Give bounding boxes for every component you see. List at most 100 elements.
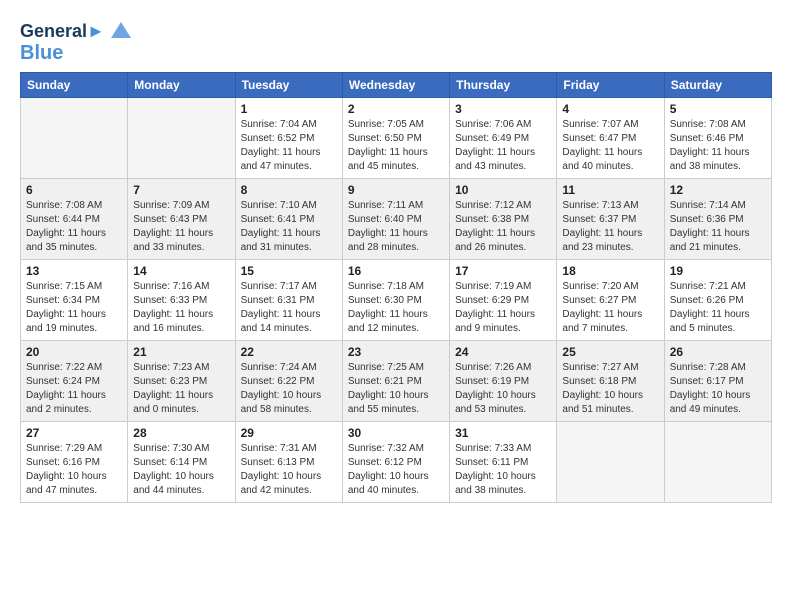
day-info: Sunrise: 7:15 AM Sunset: 6:34 PM Dayligh… xyxy=(26,280,122,336)
weekday-header-friday: Friday xyxy=(557,73,664,98)
day-info: Sunrise: 7:24 AM Sunset: 6:22 PM Dayligh… xyxy=(241,361,337,417)
day-number: 2 xyxy=(348,102,444,116)
day-number: 29 xyxy=(241,426,337,440)
calendar-cell: 15Sunrise: 7:17 AM Sunset: 6:31 PM Dayli… xyxy=(235,260,342,341)
day-info: Sunrise: 7:29 AM Sunset: 6:16 PM Dayligh… xyxy=(26,442,122,498)
day-info: Sunrise: 7:04 AM Sunset: 6:52 PM Dayligh… xyxy=(241,118,337,174)
calendar-page: General► Blue SundayMondayTuesdayWednesd… xyxy=(0,0,792,612)
day-info: Sunrise: 7:27 AM Sunset: 6:18 PM Dayligh… xyxy=(562,361,658,417)
calendar-cell: 29Sunrise: 7:31 AM Sunset: 6:13 PM Dayli… xyxy=(235,422,342,503)
logo-icon xyxy=(107,18,135,46)
day-info: Sunrise: 7:06 AM Sunset: 6:49 PM Dayligh… xyxy=(455,118,551,174)
calendar-cell: 2 Sunrise: 7:05 AM Sunset: 6:50 PM Daylig… xyxy=(342,98,449,179)
day-info: Sunrise: 7:07 AM Sunset: 6:47 PM Dayligh… xyxy=(562,118,658,174)
day-info: Sunrise: 7:25 AM Sunset: 6:21 PM Dayligh… xyxy=(348,361,444,417)
day-info: Sunrise: 7:30 AM Sunset: 6:14 PM Dayligh… xyxy=(133,442,229,498)
weekday-header-tuesday: Tuesday xyxy=(235,73,342,98)
calendar-cell: 8 Sunrise: 7:10 AM Sunset: 6:41 PM Daylig… xyxy=(235,179,342,260)
day-info: Sunrise: 7:33 AM Sunset: 6:11 PM Dayligh… xyxy=(455,442,551,498)
day-number: 5 xyxy=(670,102,766,116)
calendar-cell: 20Sunrise: 7:22 AM Sunset: 6:24 PM Dayli… xyxy=(21,341,128,422)
day-number: 13 xyxy=(26,264,122,278)
calendar-cell: 16Sunrise: 7:18 AM Sunset: 6:30 PM Dayli… xyxy=(342,260,449,341)
day-number: 6 xyxy=(26,183,122,197)
day-number: 22 xyxy=(241,345,337,359)
calendar-cell: 21 Sunrise: 7:23 AM Sunset: 6:23 PM Dayli… xyxy=(128,341,235,422)
day-number: 7 xyxy=(133,183,229,197)
calendar-cell: 22 Sunrise: 7:24 AM Sunset: 6:22 PM Dayli… xyxy=(235,341,342,422)
calendar-week-row: 20Sunrise: 7:22 AM Sunset: 6:24 PM Dayli… xyxy=(21,341,772,422)
calendar-cell: 17Sunrise: 7:19 AM Sunset: 6:29 PM Dayli… xyxy=(450,260,557,341)
calendar-week-row: 27 Sunrise: 7:29 AM Sunset: 6:16 PM Dayli… xyxy=(21,422,772,503)
day-number: 3 xyxy=(455,102,551,116)
day-number: 31 xyxy=(455,426,551,440)
calendar-cell: 26 Sunrise: 7:28 AM Sunset: 6:17 PM Dayli… xyxy=(664,341,771,422)
day-info: Sunrise: 7:13 AM Sunset: 6:37 PM Dayligh… xyxy=(562,199,658,255)
calendar-cell: 7 Sunrise: 7:09 AM Sunset: 6:43 PM Daylig… xyxy=(128,179,235,260)
day-info: Sunrise: 7:32 AM Sunset: 6:12 PM Dayligh… xyxy=(348,442,444,498)
day-number: 9 xyxy=(348,183,444,197)
day-info: Sunrise: 7:18 AM Sunset: 6:30 PM Dayligh… xyxy=(348,280,444,336)
day-info: Sunrise: 7:17 AM Sunset: 6:31 PM Dayligh… xyxy=(241,280,337,336)
day-info: Sunrise: 7:28 AM Sunset: 6:17 PM Dayligh… xyxy=(670,361,766,417)
day-info: Sunrise: 7:14 AM Sunset: 6:36 PM Dayligh… xyxy=(670,199,766,255)
day-info: Sunrise: 7:22 AM Sunset: 6:24 PM Dayligh… xyxy=(26,361,122,417)
calendar-cell: 4 Sunrise: 7:07 AM Sunset: 6:47 PM Daylig… xyxy=(557,98,664,179)
day-info: Sunrise: 7:12 AM Sunset: 6:38 PM Dayligh… xyxy=(455,199,551,255)
day-info: Sunrise: 7:23 AM Sunset: 6:23 PM Dayligh… xyxy=(133,361,229,417)
day-info: Sunrise: 7:19 AM Sunset: 6:29 PM Dayligh… xyxy=(455,280,551,336)
calendar-cell: 23 Sunrise: 7:25 AM Sunset: 6:21 PM Dayli… xyxy=(342,341,449,422)
calendar-body: 1 Sunrise: 7:04 AM Sunset: 6:52 PM Daylig… xyxy=(21,98,772,503)
calendar-cell: 27 Sunrise: 7:29 AM Sunset: 6:16 PM Dayli… xyxy=(21,422,128,503)
calendar-cell: 13 Sunrise: 7:15 AM Sunset: 6:34 PM Dayli… xyxy=(21,260,128,341)
calendar-cell: 1 Sunrise: 7:04 AM Sunset: 6:52 PM Daylig… xyxy=(235,98,342,179)
day-number: 21 xyxy=(133,345,229,359)
calendar-cell xyxy=(557,422,664,503)
calendar-cell: 11 Sunrise: 7:13 AM Sunset: 6:37 PM Dayli… xyxy=(557,179,664,260)
calendar-cell: 28 Sunrise: 7:30 AM Sunset: 6:14 PM Dayli… xyxy=(128,422,235,503)
day-number: 23 xyxy=(348,345,444,359)
day-info: Sunrise: 7:20 AM Sunset: 6:27 PM Dayligh… xyxy=(562,280,658,336)
calendar-cell: 24 Sunrise: 7:26 AM Sunset: 6:19 PM Dayli… xyxy=(450,341,557,422)
day-info: Sunrise: 7:21 AM Sunset: 6:26 PM Dayligh… xyxy=(670,280,766,336)
day-info: Sunrise: 7:26 AM Sunset: 6:19 PM Dayligh… xyxy=(455,361,551,417)
calendar-cell: 9 Sunrise: 7:11 AM Sunset: 6:40 PM Daylig… xyxy=(342,179,449,260)
day-number: 4 xyxy=(562,102,658,116)
weekday-header-thursday: Thursday xyxy=(450,73,557,98)
day-number: 26 xyxy=(670,345,766,359)
calendar-cell: 30Sunrise: 7:32 AM Sunset: 6:12 PM Dayli… xyxy=(342,422,449,503)
day-number: 8 xyxy=(241,183,337,197)
day-info: Sunrise: 7:10 AM Sunset: 6:41 PM Dayligh… xyxy=(241,199,337,255)
calendar-cell: 5Sunrise: 7:08 AM Sunset: 6:46 PM Daylig… xyxy=(664,98,771,179)
day-number: 11 xyxy=(562,183,658,197)
calendar-cell: 12 Sunrise: 7:14 AM Sunset: 6:36 PM Dayli… xyxy=(664,179,771,260)
calendar-cell: 19 Sunrise: 7:21 AM Sunset: 6:26 PM Dayli… xyxy=(664,260,771,341)
day-info: Sunrise: 7:09 AM Sunset: 6:43 PM Dayligh… xyxy=(133,199,229,255)
calendar-cell: 18 Sunrise: 7:20 AM Sunset: 6:27 PM Dayli… xyxy=(557,260,664,341)
day-number: 24 xyxy=(455,345,551,359)
day-number: 28 xyxy=(133,426,229,440)
weekday-header-wednesday: Wednesday xyxy=(342,73,449,98)
calendar-cell: 6Sunrise: 7:08 AM Sunset: 6:44 PM Daylig… xyxy=(21,179,128,260)
calendar-table: SundayMondayTuesdayWednesdayThursdayFrid… xyxy=(20,72,772,503)
day-number: 25 xyxy=(562,345,658,359)
calendar-week-row: 6Sunrise: 7:08 AM Sunset: 6:44 PM Daylig… xyxy=(21,179,772,260)
logo: General► Blue xyxy=(20,18,135,64)
day-number: 27 xyxy=(26,426,122,440)
calendar-cell: 10 Sunrise: 7:12 AM Sunset: 6:38 PM Dayli… xyxy=(450,179,557,260)
day-number: 19 xyxy=(670,264,766,278)
day-number: 12 xyxy=(670,183,766,197)
day-number: 18 xyxy=(562,264,658,278)
day-number: 14 xyxy=(133,264,229,278)
weekday-header-sunday: Sunday xyxy=(21,73,128,98)
calendar-cell xyxy=(664,422,771,503)
calendar-header-row: SundayMondayTuesdayWednesdayThursdayFrid… xyxy=(21,73,772,98)
logo-text: General► xyxy=(20,22,105,42)
day-number: 10 xyxy=(455,183,551,197)
day-info: Sunrise: 7:11 AM Sunset: 6:40 PM Dayligh… xyxy=(348,199,444,255)
day-info: Sunrise: 7:16 AM Sunset: 6:33 PM Dayligh… xyxy=(133,280,229,336)
day-info: Sunrise: 7:05 AM Sunset: 6:50 PM Dayligh… xyxy=(348,118,444,174)
calendar-cell: 25 Sunrise: 7:27 AM Sunset: 6:18 PM Dayli… xyxy=(557,341,664,422)
calendar-cell: 31 Sunrise: 7:33 AM Sunset: 6:11 PM Dayli… xyxy=(450,422,557,503)
day-number: 1 xyxy=(241,102,337,116)
